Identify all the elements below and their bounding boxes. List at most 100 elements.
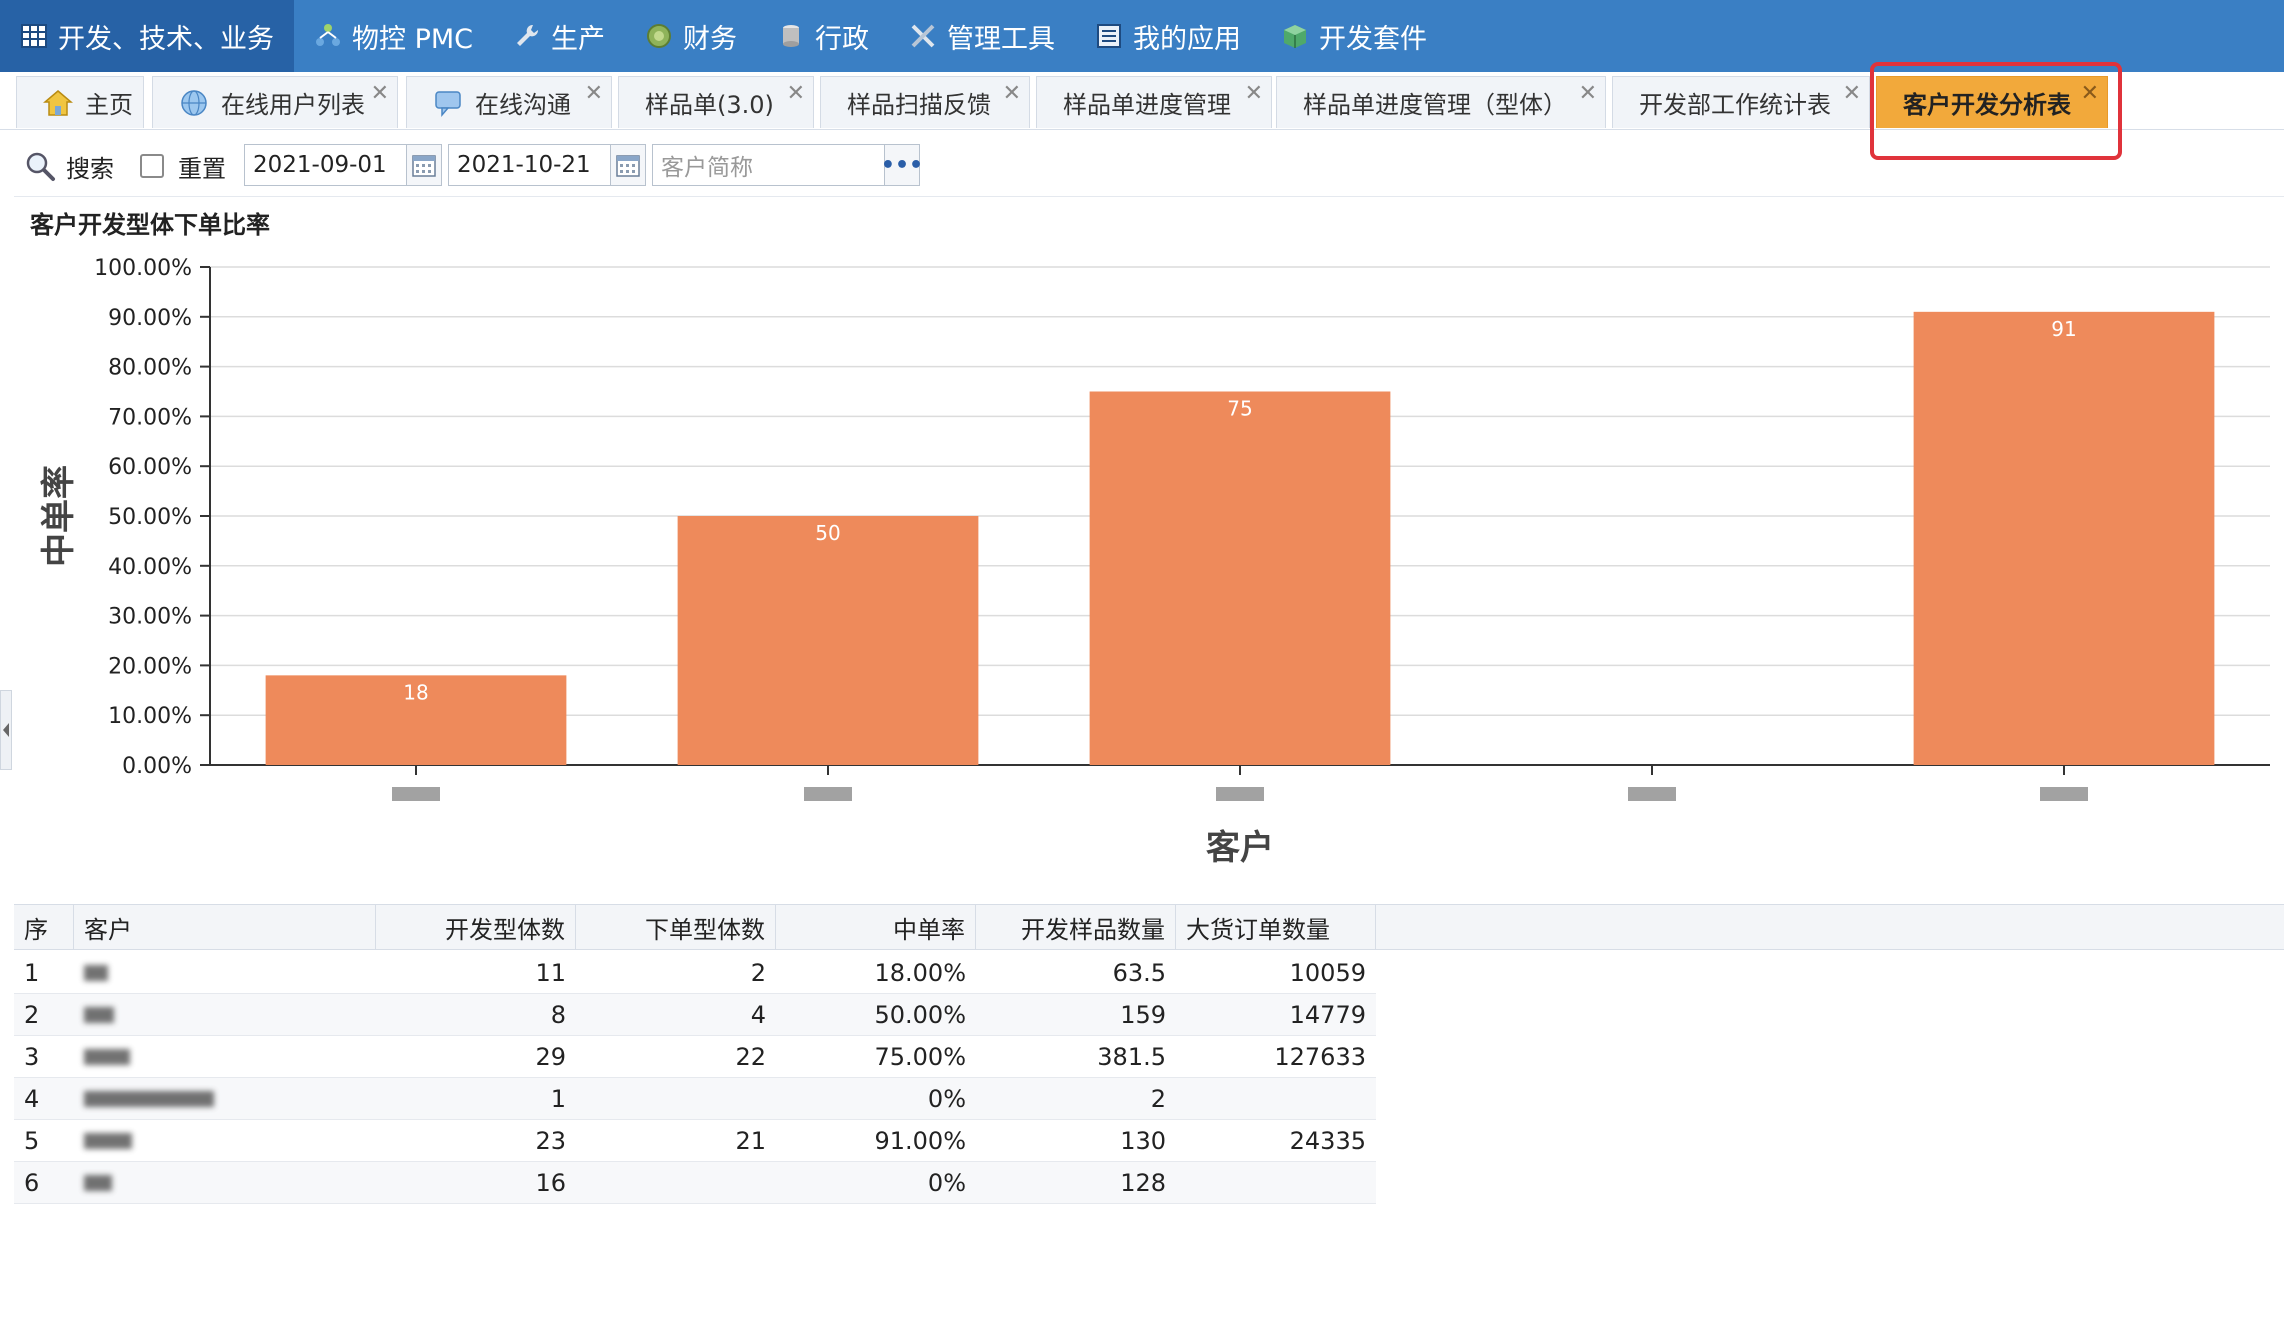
search-button[interactable]: 搜索 <box>24 138 114 194</box>
nav-label: 物控 PMC <box>352 23 474 55</box>
header-hit-rate[interactable]: 中单率 <box>776 905 976 949</box>
close-icon[interactable]: ✕ <box>1843 81 1861 106</box>
table-cell <box>74 994 376 1036</box>
table-cell <box>576 1162 776 1204</box>
nav-item-my-apps[interactable]: 我的应用 <box>1075 0 1261 72</box>
bar-data-label: 18 <box>403 680 428 704</box>
header-sample-qty[interactable]: 开发样品数量 <box>976 905 1176 949</box>
tab-sample-progress[interactable]: 样品单进度管理 ✕ <box>1036 76 1272 128</box>
table-row[interactable]: 5 23 21 91.00% 130 24335 <box>14 1120 1376 1162</box>
y-axis-title: 中单率 <box>39 465 79 567</box>
y-tick-label: 10.00% <box>108 704 192 729</box>
y-tick-label: 20.00% <box>108 654 192 679</box>
bar <box>1089 391 1391 765</box>
nav-label: 生产 <box>551 23 606 55</box>
table-cell: 23 <box>535 1127 566 1155</box>
x-tick-label-redacted <box>804 787 852 801</box>
table-row[interactable]: 4 1 0% 2 <box>14 1078 1376 1120</box>
end-date-input[interactable]: 2021-10-21 <box>448 144 612 186</box>
table-cell <box>74 1078 376 1120</box>
bar-data-label: 91 <box>2051 317 2076 341</box>
bar <box>677 516 979 765</box>
nav-item-admin[interactable]: 行政 <box>757 0 889 72</box>
nav-label: 开发套件 <box>1319 23 1428 55</box>
start-date-value: 2021-09-01 <box>253 152 387 178</box>
panel-collapse-handle[interactable] <box>0 690 12 770</box>
close-icon[interactable]: ✕ <box>1579 81 1597 106</box>
table-cell: 91.00% <box>874 1127 966 1155</box>
customer-lookup-button[interactable]: ••• <box>881 144 923 186</box>
table-cell: 18.00% <box>874 959 966 987</box>
tab-online-users[interactable]: 在线用户列表 ✕ <box>152 76 398 128</box>
table-cell <box>1176 1162 1376 1204</box>
table-cell: 6 <box>24 1169 40 1197</box>
calendar-icon <box>616 155 640 177</box>
app-list-icon <box>1097 24 1122 48</box>
header-order-styles[interactable]: 下单型体数 <box>576 905 776 949</box>
table-cell: 4 <box>24 1085 40 1113</box>
table-cell: 0% <box>927 1085 966 1113</box>
table-row[interactable]: 2 8 4 50.00% 159 14779 <box>14 994 1376 1036</box>
tab-label: 样品单进度管理 <box>1063 91 1231 119</box>
x-tick-label-redacted <box>2040 787 2088 801</box>
table-cell: 130 <box>1120 1127 1166 1155</box>
table-header: 序 客户 开发型体数 下单型体数 中单率 开发样品数量 大货订单数量 <box>14 904 2284 950</box>
start-date-input[interactable]: 2021-09-01 <box>244 144 408 186</box>
tab-sample-order[interactable]: 样品单(3.0) ✕ <box>618 76 814 128</box>
tab-home[interactable]: 主页 <box>16 76 144 128</box>
home-icon <box>43 89 73 116</box>
tab-sample-scan-feedback[interactable]: 样品扫描反馈 ✕ <box>820 76 1030 128</box>
close-icon[interactable]: ✕ <box>787 81 805 106</box>
nav-item-dev[interactable]: 开发、技术、业务 <box>0 0 294 72</box>
table-cell: 29 <box>535 1043 566 1071</box>
y-tick-label: 30.00% <box>108 605 192 630</box>
header-dev-styles[interactable]: 开发型体数 <box>376 905 576 949</box>
table-cell: 127633 <box>1274 1043 1366 1071</box>
close-icon[interactable]: ✕ <box>1003 81 1021 106</box>
tab-sample-progress-style[interactable]: 样品单进度管理（型体） ✕ <box>1276 76 1606 128</box>
reset-checkbox[interactable]: 重置 <box>140 138 226 194</box>
table-cell: 22 <box>735 1043 766 1071</box>
table-row[interactable]: 6 16 0% 128 <box>14 1162 1376 1204</box>
database-icon <box>783 25 800 47</box>
table-cell: 21 <box>735 1127 766 1155</box>
table-cell: 24335 <box>1289 1127 1366 1155</box>
chat-icon <box>435 90 461 117</box>
table-row[interactable]: 3 29 22 75.00% 381.5 127633 <box>14 1036 1376 1078</box>
tab-online-chat[interactable]: 在线沟通 ✕ <box>406 76 612 128</box>
table-cell <box>74 1120 376 1162</box>
close-icon[interactable]: ✕ <box>585 81 603 106</box>
nav-item-finance[interactable]: 财务 <box>625 0 757 72</box>
table-row[interactable]: 1 11 2 18.00% 63.5 10059 <box>14 952 1376 994</box>
reset-label: 重置 <box>178 154 226 183</box>
y-tick-label: 70.00% <box>108 405 192 430</box>
redacted-customer-name <box>84 1007 114 1023</box>
nav-item-production[interactable]: 生产 <box>493 0 625 72</box>
nav-label: 行政 <box>815 23 870 55</box>
table-cell: 10059 <box>1289 959 1366 987</box>
nav-item-dev-kit[interactable]: 开发套件 <box>1261 0 1447 72</box>
close-icon[interactable]: ✕ <box>371 81 389 106</box>
nav-label: 开发、技术、业务 <box>58 23 274 55</box>
nav-item-tools[interactable]: 管理工具 <box>889 0 1075 72</box>
close-icon[interactable]: ✕ <box>1245 81 1263 106</box>
tab-label: 样品单进度管理（型体） <box>1303 91 1567 119</box>
nav-item-pmc[interactable]: 物控 PMC <box>294 0 493 72</box>
customer-input[interactable]: 客户简称 <box>652 144 886 186</box>
bar-chart: 0.00% 10.00% 20.00% 30.00% 40.00% 50.00% 60.00… <box>39 256 2270 868</box>
table-cell: 2 <box>24 1001 40 1029</box>
search-icon <box>26 152 55 181</box>
table-cell: 8 <box>550 1001 566 1029</box>
header-bulk-qty[interactable]: 大货订单数量 <box>1176 905 1376 949</box>
bar-data-label: 75 <box>1227 397 1252 421</box>
globe-icon <box>181 89 207 116</box>
start-date-calendar-button[interactable] <box>406 144 442 186</box>
header-index[interactable]: 序 <box>14 905 74 949</box>
checkbox[interactable] <box>140 154 164 178</box>
tab-label: 样品扫描反馈 <box>847 91 991 119</box>
table-cell: 11 <box>535 959 566 987</box>
search-label: 搜索 <box>66 154 114 183</box>
header-customer[interactable]: 客户 <box>74 905 376 949</box>
end-date-calendar-button[interactable] <box>610 144 646 186</box>
tab-dev-work-stats[interactable]: 开发部工作统计表 ✕ <box>1612 76 1870 128</box>
